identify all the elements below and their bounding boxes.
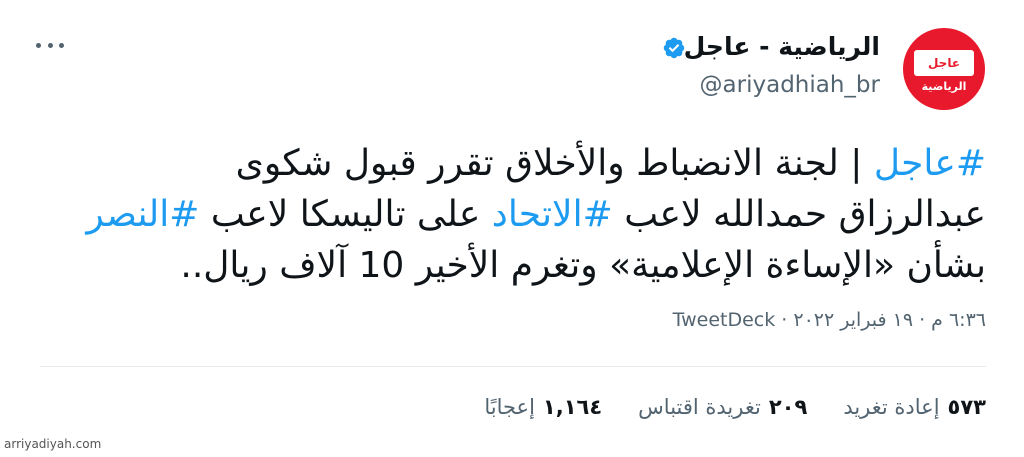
likes-label: إعجابًا [484,395,535,419]
tweet-stats: ٥٧٣ إعادة تغريد ٢٠٩ تغريدة اقتباس ١,١٦٤ … [484,392,986,422]
watermark: arriyadiyah.com [4,437,102,451]
retweets-stat[interactable]: ٥٧٣ إعادة تغريد [843,392,986,422]
tweet-meta: ٦:٣٦ م · ١٩ فبراير ٢٠٢٢ · TweetDeck [673,306,986,334]
tweet-line-1: #عاجل | لجنة الانضباط والأخلاق تقرر قبول… [26,138,986,189]
tweet-text-segment: على تاليسكا لاعب [199,194,492,235]
quotes-label: تغريدة اقتباس [638,395,761,419]
avatar-badge-text: عاجل [914,50,974,76]
tweet-text-segment: | لجنة الانضباط والأخلاق تقرر قبول شكوى [235,143,874,184]
quotes-count: ٢٠٩ [768,395,808,419]
tweet-line-3: بشأن «الإساءة الإعلامية» وتغرم الأخير 10… [180,245,986,286]
more-options-icon[interactable] [36,36,64,54]
quotes-stat[interactable]: ٢٠٩ تغريدة اقتباس [638,392,807,422]
verified-badge-icon [663,37,685,59]
tweet-text: #عاجل | لجنة الانضباط والأخلاق تقرر قبول… [26,138,986,291]
hashtag-link[interactable]: #النصر [86,194,199,235]
likes-count: ١,١٦٤ [542,395,603,419]
timestamp[interactable]: ٦:٣٦ م · ١٩ فبراير ٢٠٢٢ · [775,309,986,331]
source-link[interactable]: TweetDeck [673,309,776,331]
avatar-brand-text: الرياضية [921,80,967,93]
tweet-text-segment: عبدالرزاق حمدالله لاعب [612,194,986,235]
likes-stat[interactable]: ١,١٦٤ إعجابًا [484,392,602,422]
retweets-count: ٥٧٣ [947,395,986,419]
divider [40,366,986,367]
retweets-label: إعادة تغريد [843,395,940,419]
tweet-line-2: عبدالرزاق حمدالله لاعب #الاتحاد على تالي… [26,189,986,240]
avatar[interactable]: عاجل الرياضية [903,28,985,110]
hashtag-link[interactable]: #عاجل [874,143,986,184]
display-name[interactable]: الرياضية - عاجل [684,30,880,64]
handle[interactable]: @ariyadhiah_br [700,70,880,100]
tweet-card: عاجل الرياضية الرياضية - عاجل @ariyadhia… [0,0,1024,457]
hashtag-link[interactable]: #الاتحاد [492,194,613,235]
